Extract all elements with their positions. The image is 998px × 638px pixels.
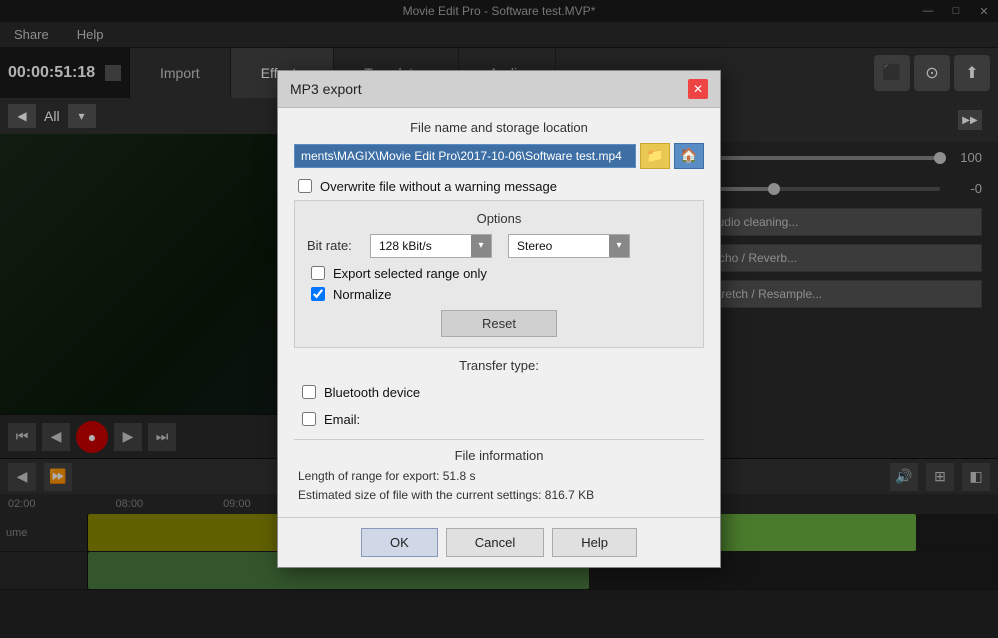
options-section: Options Bit rate: 128 kBit/s ▾ Stereo ▾ … xyxy=(294,200,704,348)
normalize-label: Normalize xyxy=(333,287,392,302)
options-title: Options xyxy=(307,211,691,226)
home-btn[interactable]: 🏠 xyxy=(674,143,704,169)
dialog-close-btn[interactable]: ✕ xyxy=(688,79,708,99)
dialog-overlay: MP3 export ✕ File name and storage locat… xyxy=(0,0,998,638)
bitrate-value: 128 kBit/s xyxy=(371,237,471,255)
dialog-title: MP3 export xyxy=(290,81,362,97)
file-info-text: Length of range for export: 51.8 s Estim… xyxy=(294,467,704,505)
dialog-footer: OK Cancel Help xyxy=(278,517,720,567)
ok-btn[interactable]: OK xyxy=(361,528,438,557)
bitrate-arrow-icon[interactable]: ▾ xyxy=(471,235,491,257)
bluetooth-checkbox[interactable] xyxy=(302,385,316,399)
bitrate-label: Bit rate: xyxy=(307,238,362,253)
stereo-value: Stereo xyxy=(509,237,609,255)
bitrate-select[interactable]: 128 kBit/s ▾ xyxy=(370,234,492,258)
email-label: Email: xyxy=(324,412,360,427)
transfer-title: Transfer type: xyxy=(294,358,704,373)
export-range-checkbox[interactable] xyxy=(311,266,325,280)
normalize-checkbox[interactable] xyxy=(311,287,325,301)
reset-btn[interactable]: Reset xyxy=(441,310,557,337)
file-info-length: Length of range for export: 51.8 s xyxy=(298,467,700,486)
file-storage-title: File name and storage location xyxy=(294,120,704,135)
email-checkbox[interactable] xyxy=(302,412,316,426)
cancel-btn[interactable]: Cancel xyxy=(446,528,544,557)
transfer-section: Transfer type: Bluetooth device Email: xyxy=(294,358,704,431)
overwrite-checkbox[interactable] xyxy=(298,179,312,193)
help-btn[interactable]: Help xyxy=(552,528,637,557)
stereo-select[interactable]: Stereo ▾ xyxy=(508,234,630,258)
mp3-export-dialog: MP3 export ✕ File name and storage locat… xyxy=(277,70,721,568)
file-info-section: File information Length of range for exp… xyxy=(294,439,704,505)
file-info-size: Estimated size of file with the current … xyxy=(298,486,700,505)
overwrite-label: Overwrite file without a warning message xyxy=(320,179,557,194)
file-storage-section: File name and storage location 📁 🏠 Overw… xyxy=(294,120,704,194)
file-path-input[interactable] xyxy=(294,144,636,168)
dialog-titlebar: MP3 export ✕ xyxy=(278,71,720,108)
export-range-label: Export selected range only xyxy=(333,266,487,281)
file-info-title: File information xyxy=(294,448,704,463)
stereo-arrow-icon[interactable]: ▾ xyxy=(609,235,629,257)
folder-btn[interactable]: 📁 xyxy=(640,143,670,169)
bluetooth-label: Bluetooth device xyxy=(324,385,420,400)
